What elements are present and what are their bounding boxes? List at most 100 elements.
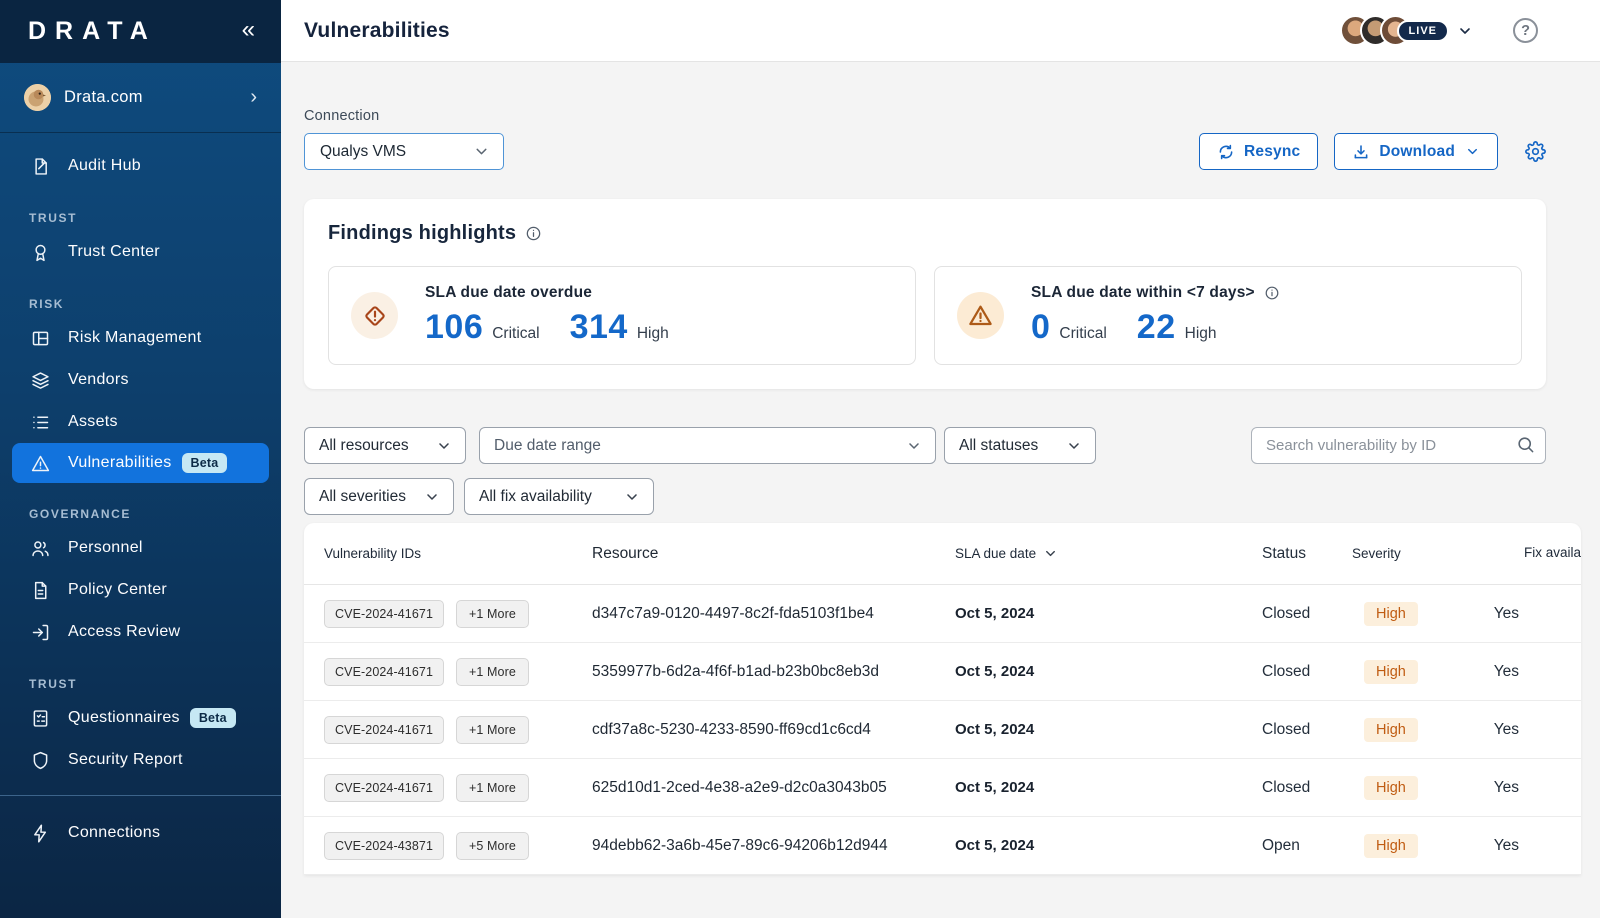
beta-badge: Beta bbox=[182, 453, 228, 473]
bird-avatar-icon bbox=[24, 84, 51, 111]
refresh-icon bbox=[1217, 143, 1235, 161]
file-text-icon bbox=[30, 580, 51, 601]
workspace-avatar bbox=[24, 84, 51, 111]
cve-chip[interactable]: CVE-2024-41671 bbox=[324, 774, 444, 802]
table-row: CVE-2024-41671 +1 More 625d10d1-2ced-4e3… bbox=[304, 759, 1581, 817]
due-date-range-filter[interactable]: Due date range bbox=[479, 427, 936, 464]
checklist-icon bbox=[30, 708, 51, 729]
chevron-down-icon bbox=[624, 489, 640, 505]
connection-select[interactable]: Qualys VMS bbox=[304, 133, 504, 170]
sidebar-item-label: Vendors bbox=[68, 371, 129, 389]
sidebar-item-trust-center[interactable]: Trust Center bbox=[0, 231, 281, 273]
fix-availability-filter[interactable]: All fix availability bbox=[464, 478, 654, 515]
beta-badge: Beta bbox=[190, 708, 236, 728]
table-row: CVE-2024-41671 +1 More 5359977b-6d2a-4f6… bbox=[304, 643, 1581, 701]
info-icon[interactable] bbox=[525, 225, 542, 242]
column-header-vulnerability-ids: Vulnerability IDs bbox=[324, 546, 592, 561]
table-row: CVE-2024-41671 +1 More d347c7a9-0120-449… bbox=[304, 585, 1581, 643]
chevron-down-icon bbox=[1066, 438, 1082, 454]
sidebar-item-risk-management[interactable]: Risk Management bbox=[0, 317, 281, 359]
due-date-range-placeholder: Due date range bbox=[494, 437, 601, 455]
severity-badge: High bbox=[1364, 834, 1418, 858]
severity-badge: High bbox=[1364, 660, 1418, 684]
sidebar-item-vulnerabilities[interactable]: Vulnerabilities Beta bbox=[12, 443, 269, 483]
sidebar-item-personnel[interactable]: Personnel bbox=[0, 527, 281, 569]
more-cves-chip[interactable]: +1 More bbox=[456, 716, 529, 744]
main: Vulnerabilities LIVE ? Connection Qu bbox=[281, 0, 1600, 918]
collapse-sidebar-icon[interactable]: « bbox=[242, 18, 255, 46]
sidebar-item-assets[interactable]: Assets bbox=[0, 401, 281, 443]
sort-descending-icon[interactable] bbox=[1043, 546, 1058, 561]
sidebar-item-audit-hub[interactable]: Audit Hub bbox=[0, 145, 281, 187]
list-icon bbox=[30, 412, 51, 433]
column-header-sla-due-date[interactable]: SLA due date bbox=[955, 546, 1036, 561]
users-icon bbox=[30, 538, 51, 559]
audit-hub-icon bbox=[30, 156, 51, 177]
shield-icon bbox=[30, 750, 51, 771]
chevron-down-icon bbox=[436, 438, 452, 454]
cve-chip[interactable]: CVE-2024-41671 bbox=[324, 716, 444, 744]
sidebar-item-questionnaires[interactable]: Questionnaires Beta bbox=[0, 697, 281, 739]
sla-within-7-days-card: SLA due date within <7 days> 0 Critical bbox=[934, 266, 1522, 365]
severity-badge: High bbox=[1364, 718, 1418, 742]
vulnerabilities-table: Vulnerability IDs Resource SLA due date … bbox=[304, 523, 1581, 875]
severities-filter-value: All severities bbox=[319, 488, 406, 506]
more-cves-chip[interactable]: +1 More bbox=[456, 600, 529, 628]
chevron-down-icon bbox=[1457, 23, 1473, 39]
sidebar-item-label: Connections bbox=[68, 824, 160, 842]
cve-chip[interactable]: CVE-2024-41671 bbox=[324, 600, 444, 628]
sidebar-item-access-review[interactable]: Access Review bbox=[0, 611, 281, 653]
info-icon[interactable] bbox=[1264, 285, 1280, 301]
status-value: Closed bbox=[1262, 779, 1352, 797]
live-users-menu[interactable]: LIVE bbox=[1340, 15, 1473, 46]
sidebar-item-label: Assets bbox=[68, 413, 118, 431]
section-label-risk: RISK bbox=[0, 297, 281, 317]
fix-available-value: Yes bbox=[1480, 837, 1581, 855]
sidebar-item-security-report[interactable]: Security Report bbox=[0, 739, 281, 781]
cve-chip[interactable]: CVE-2024-43871 bbox=[324, 832, 444, 860]
filters: All resources Due date range All statuse… bbox=[304, 427, 1546, 515]
search-input[interactable] bbox=[1251, 427, 1546, 464]
sidebar-item-drata-com[interactable]: Drata.com › bbox=[0, 63, 281, 133]
status-value: Closed bbox=[1262, 605, 1352, 623]
sidebar-item-label: Risk Management bbox=[68, 329, 201, 347]
sidebar-item-vendors[interactable]: Vendors bbox=[0, 359, 281, 401]
resync-button[interactable]: Resync bbox=[1199, 133, 1318, 170]
settings-gear-icon[interactable] bbox=[1525, 141, 1546, 162]
help-icon[interactable]: ? bbox=[1513, 18, 1538, 43]
sidebar-item-policy-center[interactable]: Policy Center bbox=[0, 569, 281, 611]
toolbar-row: Connection Qualys VMS Resync Download bbox=[304, 108, 1546, 170]
high-count: 314 bbox=[570, 308, 628, 347]
sidebar-item-label: Trust Center bbox=[68, 243, 160, 261]
fix-availability-filter-value: All fix availability bbox=[479, 488, 592, 506]
fix-available-value: Yes bbox=[1480, 721, 1581, 739]
more-cves-chip[interactable]: +1 More bbox=[456, 658, 529, 686]
column-header-fix-availability: Fix availability bbox=[1521, 543, 1581, 564]
chevron-down-icon bbox=[424, 489, 440, 505]
table-row: CVE-2024-43871 +5 More 94debb62-3a6b-45e… bbox=[304, 817, 1581, 875]
sidebar-item-label: Security Report bbox=[68, 751, 183, 769]
sla-due-date: Oct 5, 2024 bbox=[955, 663, 1034, 680]
resources-filter[interactable]: All resources bbox=[304, 427, 466, 464]
critical-count: 106 bbox=[425, 308, 483, 347]
high-count: 22 bbox=[1137, 308, 1176, 347]
download-icon bbox=[1352, 143, 1370, 161]
lightning-icon bbox=[30, 823, 51, 844]
sidebar-item-label: Vulnerabilities bbox=[68, 454, 172, 472]
more-cves-chip[interactable]: +5 More bbox=[456, 832, 529, 860]
more-cves-chip[interactable]: +1 More bbox=[456, 774, 529, 802]
resource-id: 625d10d1-2ced-4e38-a2e9-d2c0a3043b05 bbox=[592, 779, 955, 797]
download-button[interactable]: Download bbox=[1334, 133, 1498, 170]
download-label: Download bbox=[1379, 143, 1455, 161]
sidebar-divider bbox=[0, 795, 281, 796]
severities-filter[interactable]: All severities bbox=[304, 478, 454, 515]
topbar: Vulnerabilities LIVE ? bbox=[281, 0, 1600, 62]
cve-chip[interactable]: CVE-2024-41671 bbox=[324, 658, 444, 686]
sidebar-item-connections[interactable]: Connections bbox=[0, 812, 281, 854]
triangle-alert-icon bbox=[957, 292, 1004, 339]
sla-due-date: Oct 5, 2024 bbox=[955, 837, 1034, 854]
severity-badge: High bbox=[1364, 602, 1418, 626]
section-label-trust: TRUST bbox=[0, 211, 281, 231]
chevron-down-icon bbox=[1465, 144, 1480, 159]
statuses-filter[interactable]: All statuses bbox=[944, 427, 1096, 464]
